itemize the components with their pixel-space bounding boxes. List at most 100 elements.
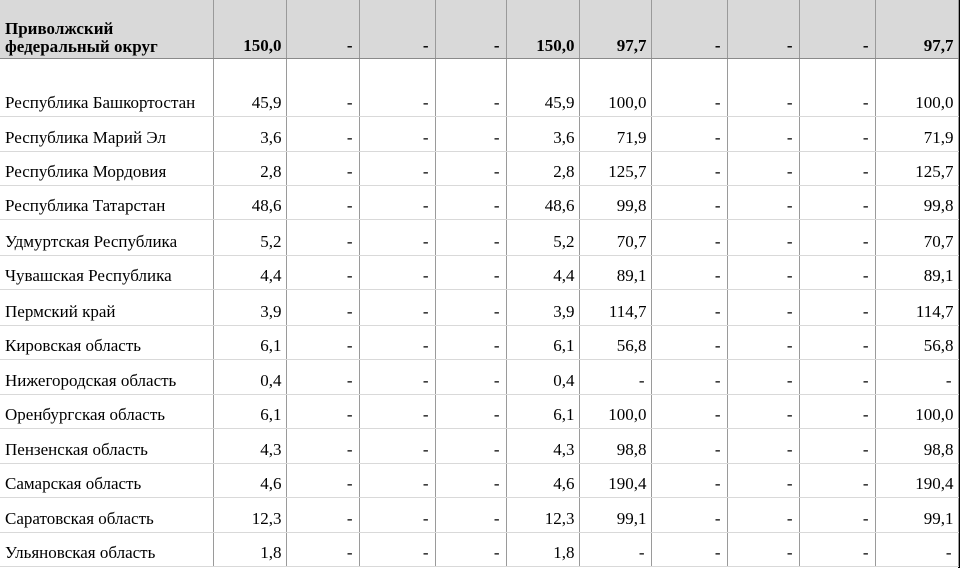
region-name: Ульяновская область (0, 532, 214, 567)
table-row: Самарская область 4,6- - -4,6 190,4- - -190,4 (0, 462, 959, 498)
value-cell: - (799, 58, 876, 117)
value-cell: 71,9 (875, 116, 959, 152)
value-cell: 45,9 (506, 58, 580, 117)
table-row: Саратовская область 12,3- - -12,3 99,1- - -99,… (0, 497, 959, 533)
region-group-name: Приволжский федеральный округ (0, 0, 214, 59)
value-cell: 0,4 (506, 359, 580, 395)
region-name: Пермский край (0, 288, 214, 326)
value-cell: - (651, 427, 728, 464)
value-cell: 56,8 (579, 324, 652, 360)
region-name: Самарская область (0, 462, 214, 498)
value-cell: - (799, 462, 876, 498)
value-cell: - (727, 532, 800, 567)
value-cell: - (799, 218, 876, 256)
value-cell: 45,9 (213, 58, 287, 117)
value-cell: - (359, 151, 436, 186)
value-cell: - (651, 151, 728, 186)
value-cell: - (579, 532, 652, 567)
value-cell: - (286, 255, 360, 290)
region-name: Республика Мордовия (0, 151, 214, 186)
data-table: Приволжский федеральный округ 150,0- - -150… (0, 0, 959, 567)
region-name: Саратовская область (0, 497, 214, 533)
value-cell: 114,7 (579, 288, 652, 326)
table-header-row: Приволжский федеральный округ 150,0- - -150… (0, 0, 959, 59)
table-row: Республика Марий Эл 3,6- - -3,6 71,9- - -71,9 (0, 116, 959, 152)
value-cell: - (727, 255, 800, 290)
value-cell: - (799, 0, 876, 59)
value-cell: 190,4 (875, 462, 959, 498)
value-cell: - (286, 532, 360, 567)
value-cell: - (727, 394, 800, 429)
value-cell: - (359, 394, 436, 429)
value-cell: - (579, 359, 652, 395)
value-cell: 3,6 (213, 116, 287, 152)
table-row: Кировская область 6,1- - -6,1 56,8- - -56,8 (0, 324, 959, 360)
value-cell: - (651, 218, 728, 256)
value-cell: - (727, 359, 800, 395)
value-cell: - (799, 184, 876, 220)
value-cell: 98,8 (579, 427, 652, 464)
value-cell: - (286, 0, 360, 59)
value-cell: - (799, 427, 876, 464)
value-cell: 99,8 (579, 184, 652, 220)
value-cell: - (651, 255, 728, 290)
value-cell: 98,8 (875, 427, 959, 464)
value-cell: - (286, 151, 360, 186)
value-cell: - (799, 394, 876, 429)
region-name: Оренбургская область (0, 394, 214, 429)
table-row: Удмуртская Республика 5,2- - -5,2 70,7- - -70,… (0, 218, 959, 256)
value-cell: - (727, 0, 800, 59)
value-cell: - (651, 324, 728, 360)
value-cell: - (799, 359, 876, 395)
value-cell: 5,2 (213, 218, 287, 256)
value-cell: 2,8 (213, 151, 287, 186)
value-cell: - (799, 116, 876, 152)
value-cell: - (651, 532, 728, 567)
region-name: Чувашская Республика (0, 255, 214, 290)
value-cell: - (435, 0, 507, 59)
value-cell: 71,9 (579, 116, 652, 152)
value-cell: - (435, 184, 507, 220)
value-cell: 89,1 (875, 255, 959, 290)
value-cell: 12,3 (213, 497, 287, 533)
region-name: Республика Башкортостан (0, 58, 214, 117)
value-cell: - (875, 359, 959, 395)
value-cell: - (435, 394, 507, 429)
value-cell: 114,7 (875, 288, 959, 326)
value-cell: - (727, 288, 800, 326)
value-cell: - (799, 324, 876, 360)
value-cell: 125,7 (579, 151, 652, 186)
value-cell: - (435, 359, 507, 395)
table-row: Республика Башкортостан 45,9- - -45,9 100,0-… (0, 58, 959, 117)
value-cell: - (359, 255, 436, 290)
value-cell: 3,6 (506, 116, 580, 152)
value-cell: - (435, 116, 507, 152)
value-cell: 100,0 (875, 58, 959, 117)
value-cell: - (727, 324, 800, 360)
value-cell: - (651, 184, 728, 220)
value-cell: 6,1 (213, 324, 287, 360)
value-cell: - (651, 288, 728, 326)
value-cell: 70,7 (579, 218, 652, 256)
value-cell: - (727, 427, 800, 464)
value-cell: 48,6 (506, 184, 580, 220)
value-cell: - (727, 462, 800, 498)
value-cell: - (359, 427, 436, 464)
region-name: Республика Марий Эл (0, 116, 214, 152)
value-cell: - (286, 218, 360, 256)
value-cell: - (799, 151, 876, 186)
value-cell: - (727, 218, 800, 256)
value-cell: - (435, 532, 507, 567)
region-name: Республика Татарстан (0, 184, 214, 220)
value-cell: 4,3 (213, 427, 287, 464)
value-cell: 4,4 (213, 255, 287, 290)
value-cell: 97,7 (875, 0, 959, 59)
value-cell: 99,8 (875, 184, 959, 220)
table-row: Нижегородская область 0,4- - -0,4- - - - - (0, 359, 959, 395)
value-cell: - (727, 497, 800, 533)
value-cell: - (651, 394, 728, 429)
value-cell: 1,8 (213, 532, 287, 567)
value-cell: 4,3 (506, 427, 580, 464)
value-cell: 4,4 (506, 255, 580, 290)
spreadsheet: Приволжский федеральный округ 150,0- - -150… (0, 0, 959, 568)
